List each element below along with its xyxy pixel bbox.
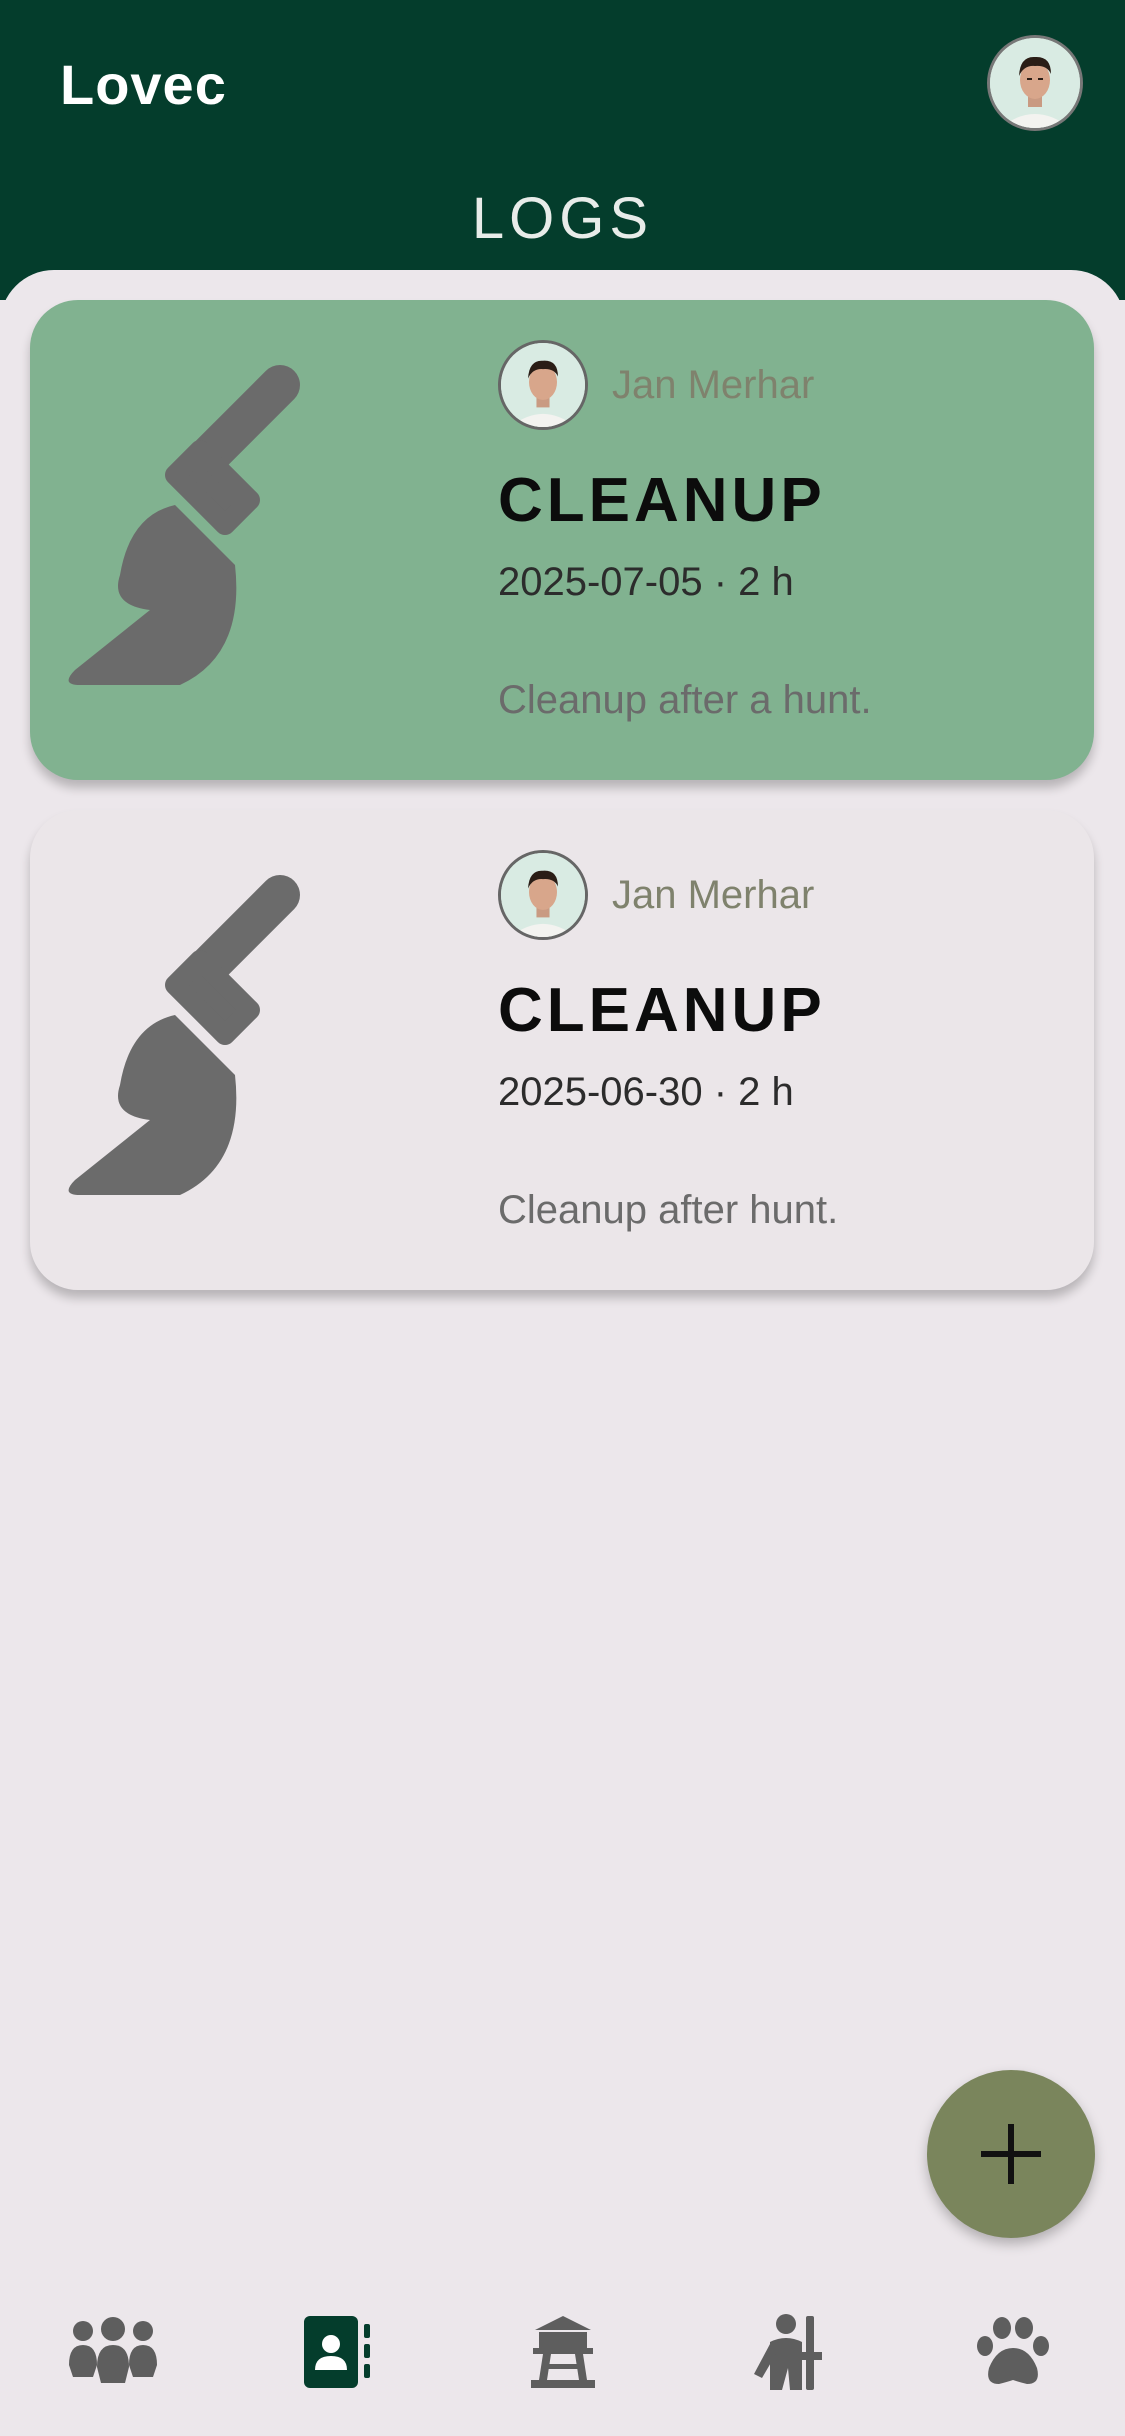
author-name: Jan Merhar xyxy=(612,872,815,917)
log-description: Cleanup after hunt. xyxy=(498,1188,839,1232)
log-card[interactable]: Jan Merhar CLEANUP 2025-06-30 · 2 h Clea… xyxy=(30,810,1094,1290)
nav-item-animals[interactable] xyxy=(953,2302,1073,2402)
contacts-book-icon xyxy=(303,2316,370,2388)
author-name: Jan Merhar xyxy=(612,362,815,407)
author-avatar xyxy=(498,850,588,940)
app-header: Lovec LOGS xyxy=(0,0,1125,300)
nav-item-watchtower[interactable] xyxy=(503,2302,623,2402)
nav-item-group[interactable] xyxy=(53,2302,173,2402)
app-title: Lovec xyxy=(60,53,227,116)
profile-avatar[interactable] xyxy=(987,35,1083,131)
log-type: CLEANUP xyxy=(498,976,826,1045)
log-card[interactable]: Jan Merhar CLEANUP 2025-07-05 · 2 h Clea… xyxy=(30,300,1094,780)
nav-item-logs[interactable] xyxy=(278,2302,398,2402)
app-root: Lovec LOGS Jan Merhar CLEANUP 2025-07-05… xyxy=(0,0,1125,2436)
add-log-button[interactable] xyxy=(927,2070,1095,2238)
watchtower-icon xyxy=(530,2316,595,2388)
paw-icon xyxy=(976,2317,1049,2384)
group-icon xyxy=(68,2317,157,2383)
broom-icon xyxy=(68,365,300,685)
page-heading: LOGS xyxy=(471,186,654,251)
log-date-duration: 2025-06-30 · 2 h xyxy=(498,1070,794,1114)
hunter-icon xyxy=(753,2314,822,2390)
bottom-navigation xyxy=(0,2268,1125,2436)
log-type: CLEANUP xyxy=(498,466,826,535)
plus-icon xyxy=(981,2124,1041,2184)
nav-item-hunter[interactable] xyxy=(728,2302,848,2402)
author-avatar xyxy=(498,340,588,430)
log-description: Cleanup after a hunt. xyxy=(498,678,872,722)
broom-icon xyxy=(68,875,300,1195)
author-row: Jan Merhar xyxy=(498,850,814,940)
log-date-duration: 2025-07-05 · 2 h xyxy=(498,560,794,604)
author-row: Jan Merhar xyxy=(498,340,814,430)
